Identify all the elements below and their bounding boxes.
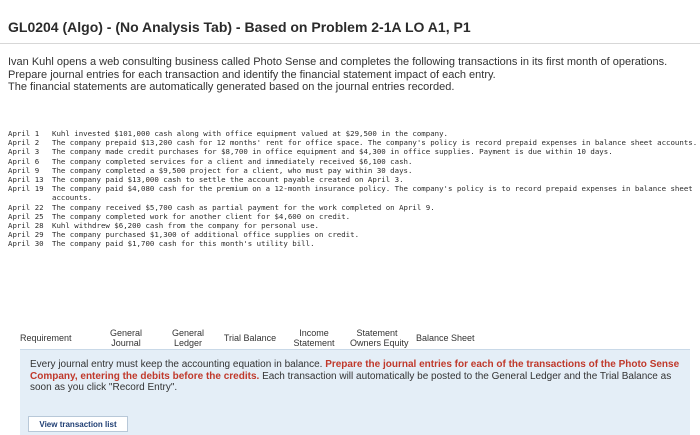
transaction-item: April 9 The company completed a $9,500 p… (8, 166, 698, 175)
transaction-item: April 30 The company paid $1,700 cash fo… (8, 239, 698, 248)
tab-requirement[interactable]: Requirement (20, 333, 92, 343)
transaction-item: April 6 The company completed services f… (8, 157, 698, 166)
transaction-item: April 28 Kuhl withdrew $6,200 cash from … (8, 221, 698, 230)
transaction-item: April 19 The company paid $4,080 cash fo… (8, 184, 698, 202)
tab-general-journal[interactable]: General Journal (92, 328, 160, 348)
title-divider (0, 43, 700, 44)
transaction-date: April 13 (8, 175, 44, 185)
transaction-text: The company received $5,700 cash as part… (52, 202, 435, 212)
transaction-date: April 29 (8, 230, 44, 240)
transaction-date: April 1 (8, 129, 40, 138)
transaction-date: April 25 (8, 211, 44, 221)
instruction-part-1: Every journal entry must keep the accoun… (30, 359, 326, 370)
tab-label: Income (299, 328, 329, 338)
instruction-text: Every journal entry must keep the accoun… (30, 359, 685, 394)
transaction-text: The company paid $1,700 cash for this mo… (52, 239, 315, 249)
tab-label: General (171, 328, 205, 338)
transaction-text: The company completed services for a cli… (52, 156, 413, 166)
tab-label: Requirement (20, 333, 72, 343)
transaction-text: The company prepaid $13,200 cash for 12 … (52, 138, 698, 148)
transaction-item: April 25 The company completed work for … (8, 212, 698, 221)
tab-label: Owners Equity (350, 338, 409, 348)
tab-income-statement[interactable]: Income Statement (284, 328, 344, 348)
transaction-date: April 6 (8, 156, 40, 166)
problem-intro: Ivan Kuhl opens a web consulting busines… (8, 56, 688, 94)
tab-label: Statement (356, 328, 398, 338)
transaction-item: April 3 The company made credit purchase… (8, 147, 698, 156)
tab-statement-owners-equity[interactable]: Statement Owners Equity (344, 328, 410, 348)
tab-label: Statement (293, 338, 335, 348)
intro-line-2: Prepare journal entries for each transac… (8, 68, 496, 81)
intro-line-1: Ivan Kuhl opens a web consulting busines… (8, 56, 668, 68)
transaction-item: April 1 Kuhl invested $101,000 cash alon… (8, 129, 698, 138)
tab-label: Trial Balance (223, 333, 277, 343)
transaction-list: April 1 Kuhl invested $101,000 cash alon… (8, 129, 698, 249)
transaction-text: The company completed a $9,500 project f… (52, 165, 413, 175)
transaction-text: The company purchased $1,300 of addition… (52, 230, 360, 240)
transaction-date: April 30 (8, 239, 44, 249)
view-transaction-list-button[interactable]: View transaction list (28, 416, 128, 432)
transaction-text: Kuhl withdrew $6,200 cash from the compa… (52, 221, 319, 231)
transaction-text: The company made credit purchases for $8… (52, 147, 613, 157)
tab-label: General (109, 328, 143, 338)
instruction-panel: Every journal entry must keep the accoun… (20, 349, 690, 435)
transaction-text: The company paid $4,080 cash for the pre… (52, 184, 693, 203)
tab-trial-balance[interactable]: Trial Balance (216, 333, 284, 343)
intro-line-3: The financial statements are automatical… (8, 81, 455, 93)
transaction-item: April 2 The company prepaid $13,200 cash… (8, 138, 698, 147)
transaction-text: The company paid $13,000 cash to settle … (52, 175, 404, 185)
transaction-date: April 28 (8, 221, 44, 231)
transaction-item: April 13 The company paid $13,000 cash t… (8, 175, 698, 184)
transaction-date: April 19 (8, 184, 44, 194)
tab-label: Ledger (173, 338, 203, 348)
transaction-date: April 9 (8, 165, 40, 175)
transaction-date: April 22 (8, 202, 44, 212)
tab-general-ledger[interactable]: General Ledger (160, 328, 216, 348)
transaction-item: April 29 The company purchased $1,300 of… (8, 230, 698, 239)
tab-label: Journal (111, 338, 141, 348)
transaction-text: Kuhl invested $101,000 cash along with o… (52, 129, 449, 138)
transaction-date: April 2 (8, 138, 40, 148)
transaction-text: The company completed work for another c… (52, 211, 351, 221)
tab-label: Balance Sheet (416, 333, 475, 343)
tab-balance-sheet[interactable]: Balance Sheet (410, 333, 480, 343)
transaction-date: April 3 (8, 147, 40, 157)
page-title: GL0204 (Algo) - (No Analysis Tab) - Base… (8, 19, 471, 35)
transaction-item: April 22 The company received $5,700 cas… (8, 203, 698, 212)
